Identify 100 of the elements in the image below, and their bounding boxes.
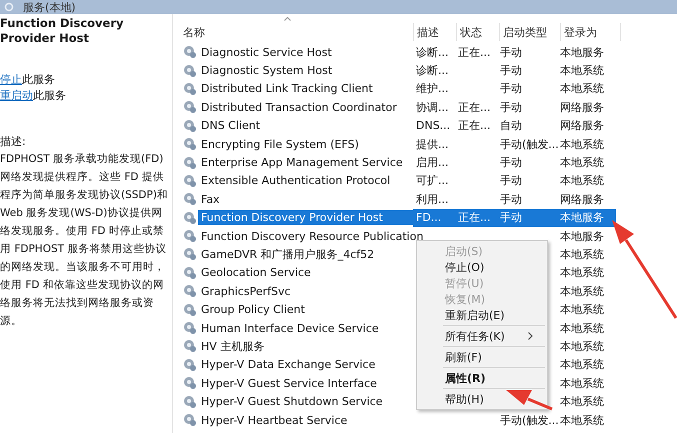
table-cell: 手动 [500, 173, 522, 188]
table-cell: 手动 [500, 63, 522, 78]
pointer-arrow [506, 390, 553, 410]
service-row[interactable]: Hyper-V Guest Shutdown Service [198, 394, 386, 410]
gear-icon [183, 266, 197, 280]
table-cell: 本地系统 [560, 394, 604, 410]
table-cell: 网络服务 [560, 118, 604, 134]
table-cell: 手动(触发... [500, 412, 559, 428]
table-cell: DNS... [416, 119, 450, 132]
action-link[interactable]: 停止 [0, 73, 22, 86]
table-cell: 本地服务 [560, 210, 604, 226]
table-cell: 本地系统 [560, 265, 604, 280]
gear-icon [183, 82, 197, 96]
column-header[interactable]: 状态 [460, 24, 482, 40]
chevron-icon [528, 332, 533, 340]
menu-item[interactable]: 重新启动(E) [417, 307, 547, 323]
table-cell: 本地系统 [560, 357, 604, 372]
menu-item[interactable]: 帮助(H) [417, 391, 547, 407]
service-row[interactable]: Extensible Authentication Protocol [198, 173, 394, 188]
table-cell: 诊断... [416, 63, 448, 78]
column-header[interactable]: 登录为 [564, 24, 597, 40]
gear-icon [183, 118, 197, 133]
table-cell: 手动 [500, 44, 522, 60]
action-link[interactable]: 重启动 [0, 89, 33, 102]
table-cell: 本地系统 [560, 173, 604, 188]
table-cell: 协调... [416, 100, 448, 115]
table-cell: 正在... [458, 100, 490, 115]
table-cell: 启用... [416, 155, 448, 170]
gear-icon [183, 321, 197, 336]
service-row[interactable]: Distributed Link Tracking Client [198, 81, 376, 96]
service-row[interactable]: Diagnostic Service Host [198, 44, 335, 60]
gear-icon [183, 394, 197, 409]
table-cell: 正在... [458, 118, 490, 134]
description-text: FDPHOST 服务承载功能发现(FD)网络发现提供程序。这些 FD 提供程序为简单服务发现协议(SSDP)和 Web 服务发现(WS-D)协议提供网络发现服务。使用 FD 时停止或禁用 FDPHOST 服务将禁用这些协议的网络发现。当该服务不可用时，使用 FD 和依靠这些发现协议的网络服务将无法找到网络服务或资源。 [0, 152, 169, 329]
table-cell: 本地系统 [560, 338, 604, 354]
gear-icon [183, 302, 197, 317]
gear-icon [183, 339, 197, 354]
table-cell: 手动 [500, 210, 522, 226]
service-row[interactable]: Geolocation Service [198, 265, 314, 280]
table-cell: 本地服务 [560, 228, 604, 244]
service-row[interactable]: Hyper-V Guest Service Interface [198, 376, 380, 391]
service-action: 重启动此服务 [0, 88, 67, 104]
gear-icon [183, 358, 197, 372]
table-cell: 本地系统 [560, 136, 604, 152]
table-cell: 本地系统 [560, 81, 604, 96]
table-cell: 自动 [500, 118, 522, 134]
column-header[interactable]: 启动类型 [503, 24, 547, 40]
table-cell: 本地系统 [560, 412, 604, 428]
menu-item[interactable]: 属性(R) [417, 370, 547, 386]
column-header[interactable]: 名称 [183, 24, 205, 40]
menu-item[interactable]: 停止(O) [417, 259, 547, 275]
service-row[interactable]: Fax [198, 192, 223, 207]
service-row[interactable]: Enterprise App Management Service [198, 155, 406, 170]
sort-caret-icon [284, 17, 291, 21]
table-cell: 网络服务 [560, 192, 604, 207]
table-cell: 正在... [458, 44, 490, 60]
table-cell: 本地系统 [560, 302, 604, 318]
panel-title: 服务(本地) [23, 0, 76, 14]
menu-item[interactable]: 刷新(F) [417, 349, 547, 365]
description-label: 描述: [0, 134, 27, 150]
search-icon [4, 2, 15, 12]
table-cell: 本地系统 [560, 320, 604, 336]
service-row[interactable]: DNS Client [198, 118, 264, 134]
table-cell: 正在... [458, 210, 490, 226]
service-name: Function Discovery Provider Host [0, 16, 125, 46]
gear-icon [183, 210, 197, 225]
service-row[interactable]: GameDVR 和广播用户服务_4cf52 [198, 246, 378, 263]
table-cell: 利用... [416, 192, 448, 207]
column-header[interactable]: 描述 [417, 24, 439, 40]
table-cell: 手动 [500, 192, 522, 207]
table-cell: 维护... [416, 81, 448, 96]
table-cell: 本地系统 [560, 63, 604, 78]
service-row[interactable]: Function Discovery Provider Host [198, 210, 413, 226]
service-row[interactable]: Diagnostic System Host [198, 63, 336, 78]
gear-icon [183, 192, 197, 206]
service-row[interactable]: Encrypting File System (EFS) [198, 136, 362, 152]
service-row[interactable]: Hyper-V Data Exchange Service [198, 357, 378, 372]
menu-item[interactable]: 所有任务(K) [417, 328, 547, 344]
gear-icon [183, 284, 197, 298]
service-row[interactable]: GraphicsPerfSvc [198, 284, 294, 299]
table-cell: 手动 [500, 100, 522, 115]
gear-icon [183, 156, 197, 170]
table-cell: 本地服务 [560, 44, 604, 60]
gear-icon [183, 45, 197, 60]
service-row[interactable]: HV 主机服务 [198, 338, 268, 355]
gear-icon [183, 229, 197, 244]
service-action: 停止此服务 [0, 72, 56, 88]
gear-icon [183, 100, 197, 114]
service-row[interactable]: Distributed Transaction Coordinator [198, 100, 400, 115]
service-row[interactable]: Hyper-V Heartbeat Service [198, 412, 350, 428]
table-cell: 可扩... [416, 173, 448, 188]
service-row[interactable]: Human Interface Device Service [198, 320, 382, 336]
table-cell: 本地系统 [560, 376, 604, 391]
gear-icon [183, 64, 197, 78]
table-cell: 本地系统 [560, 284, 604, 299]
gear-icon [183, 137, 197, 152]
table-cell: 手动 [500, 81, 522, 96]
table-cell: 手动(触发... [500, 136, 559, 152]
service-row[interactable]: Group Policy Client [198, 302, 308, 318]
service-row[interactable]: Function Discovery Resource Publication [198, 228, 426, 244]
